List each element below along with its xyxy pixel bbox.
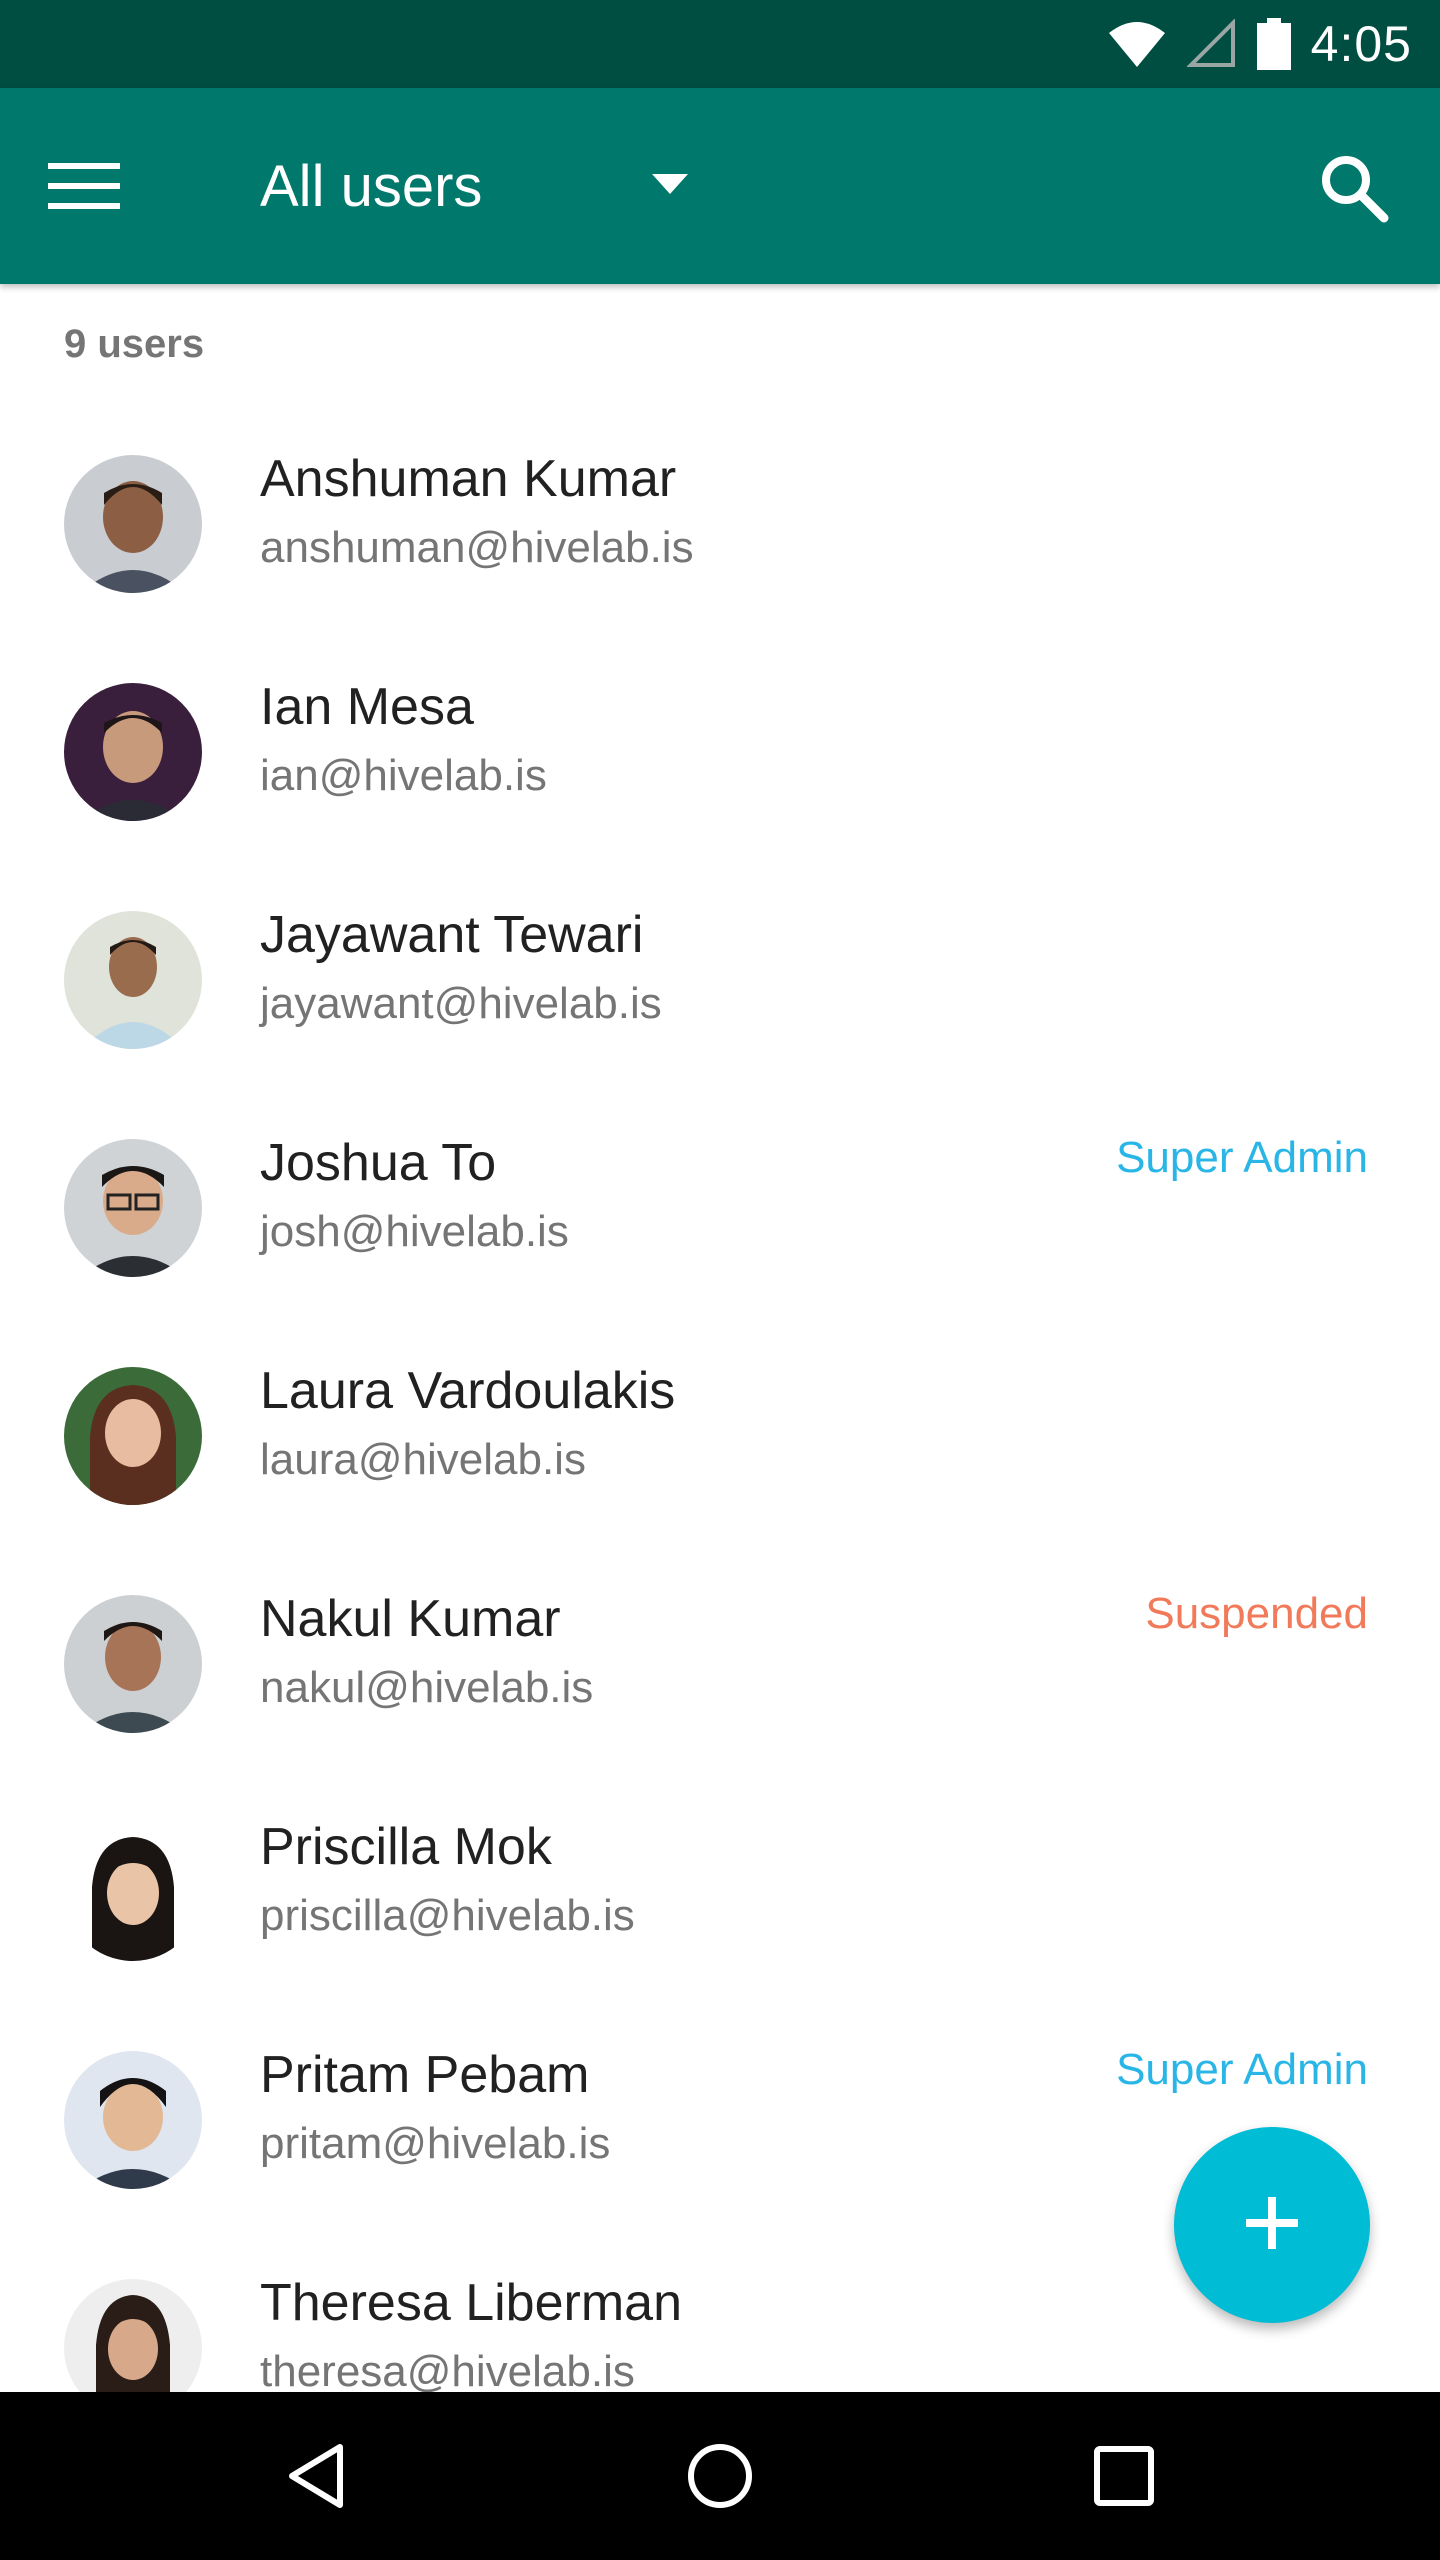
role-badge-suspended: Suspended <box>1145 1589 1368 1638</box>
user-name: Pritam Pebam <box>260 2046 590 2104</box>
title-dropdown[interactable]: All users <box>260 88 482 284</box>
avatar <box>64 1367 202 1505</box>
status-time: 4:05 <box>1310 16 1412 72</box>
avatar <box>64 455 202 593</box>
user-email: ian@hivelab.is <box>260 751 547 800</box>
avatar <box>64 1823 202 1961</box>
list-item[interactable]: Anshuman Kumar anshuman@hivelab.is <box>0 415 1440 643</box>
user-name: Ian Mesa <box>260 678 474 736</box>
user-email: jayawant@hivelab.is <box>260 979 662 1028</box>
list-item[interactable]: Joshua To josh@hivelab.is Super Admin <box>0 1099 1440 1327</box>
user-name: Priscilla Mok <box>260 1818 552 1876</box>
user-name: Theresa Liberman <box>260 2274 682 2332</box>
list-item[interactable]: Priscilla Mok priscilla@hivelab.is <box>0 1783 1440 2011</box>
recents-square-icon[interactable] <box>1078 2430 1170 2522</box>
user-email: theresa@hivelab.is <box>260 2347 635 2396</box>
user-name: Jayawant Tewari <box>260 906 644 964</box>
user-email: priscilla@hivelab.is <box>260 1891 635 1940</box>
page-title[interactable]: All users <box>260 153 482 220</box>
status-bar: 4:05 <box>0 0 1440 88</box>
list-item[interactable]: Nakul Kumar nakul@hivelab.is Suspended <box>0 1555 1440 1783</box>
plus-icon <box>1246 2196 1298 2254</box>
user-email: nakul@hivelab.is <box>260 1663 594 1712</box>
avatar <box>64 2051 202 2189</box>
avatar <box>64 1139 202 1277</box>
battery-icon <box>1256 18 1291 70</box>
avatar <box>64 683 202 821</box>
system-nav-bar <box>0 2392 1440 2560</box>
role-badge-super-admin: Super Admin <box>1116 1133 1368 1182</box>
user-name: Joshua To <box>260 1134 497 1192</box>
dropdown-arrow-icon[interactable] <box>650 172 690 201</box>
user-count: 9 users <box>64 322 205 366</box>
user-email: pritam@hivelab.is <box>260 2119 611 2168</box>
list-item[interactable]: Ian Mesa ian@hivelab.is <box>0 643 1440 871</box>
home-circle-icon[interactable] <box>674 2430 766 2522</box>
user-name: Anshuman Kumar <box>260 450 677 508</box>
add-user-button[interactable] <box>1174 2127 1370 2323</box>
avatar <box>64 1595 202 1733</box>
user-name: Nakul Kumar <box>260 1590 561 1648</box>
back-triangle-icon[interactable] <box>270 2430 362 2522</box>
avatar <box>64 911 202 1049</box>
hamburger-menu-icon[interactable] <box>48 146 148 226</box>
user-email: josh@hivelab.is <box>260 1207 569 1256</box>
role-badge-super-admin: Super Admin <box>1116 2045 1368 2094</box>
cell-signal-icon <box>1186 19 1237 69</box>
list-item[interactable]: Laura Vardoulakis laura@hivelab.is <box>0 1327 1440 1555</box>
wifi-icon <box>1107 19 1167 69</box>
user-name: Laura Vardoulakis <box>260 1362 676 1420</box>
list-item[interactable]: Jayawant Tewari jayawant@hivelab.is <box>0 871 1440 1099</box>
search-icon[interactable] <box>1316 150 1396 230</box>
app-bar: All users <box>0 88 1440 284</box>
user-email: laura@hivelab.is <box>260 1435 586 1484</box>
user-email: anshuman@hivelab.is <box>260 523 694 572</box>
